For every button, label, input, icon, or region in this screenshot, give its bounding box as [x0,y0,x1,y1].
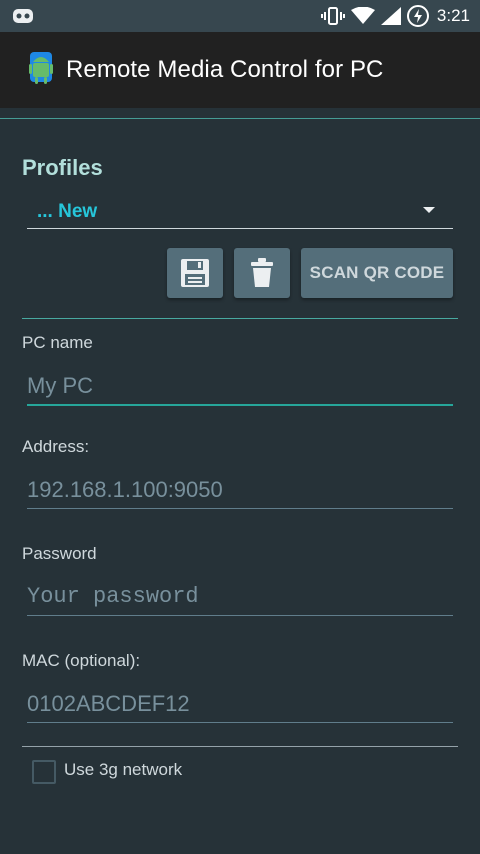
use-3g-label[interactable]: Use 3g network [64,760,182,780]
password-placeholder: Your password [27,584,199,609]
profile-dropdown[interactable]: ... New [27,198,453,229]
header-divider [0,118,480,119]
pc-name-placeholder: My PC [27,373,93,398]
pc-name-input[interactable]: My PC [27,368,453,406]
form-divider [22,746,458,747]
app-bar: Remote Media Control for PC [0,32,480,108]
android-logo-icon [29,52,53,84]
status-time: 3:21 [436,6,470,25]
password-input[interactable]: Your password [27,579,453,616]
app-title: Remote Media Control for PC [66,56,384,83]
mac-input[interactable]: 0102ABCDEF12 [27,686,453,723]
wifi-icon [350,7,375,24]
dropdown-arrow-icon [423,207,435,213]
address-label: Address: [22,437,90,456]
address-placeholder: 192.168.1.100:9050 [27,477,223,502]
mac-placeholder: 0102ABCDEF12 [27,691,190,716]
profile-selected-value: ... New [37,201,98,222]
scan-qr-code-button[interactable]: SCAN QR CODE [301,248,453,298]
mac-label: MAC (optional): [22,651,141,670]
trash-icon [251,258,273,287]
pc-name-label: PC name [22,333,93,352]
profiles-title: Profiles [22,155,103,180]
save-profile-button[interactable] [167,248,223,298]
cyanogen-icon [13,9,33,23]
use-3g-checkbox[interactable] [32,760,56,784]
vibrate-icon [320,7,345,25]
signal-icon [380,7,401,25]
status-bar: 3:21 [0,0,480,32]
save-icon [181,259,209,287]
profiles-divider [22,318,458,319]
delete-profile-button[interactable] [234,248,290,298]
password-label: Password [22,544,97,563]
battery-charging-icon [406,5,429,27]
address-input[interactable]: 192.168.1.100:9050 [27,472,453,509]
